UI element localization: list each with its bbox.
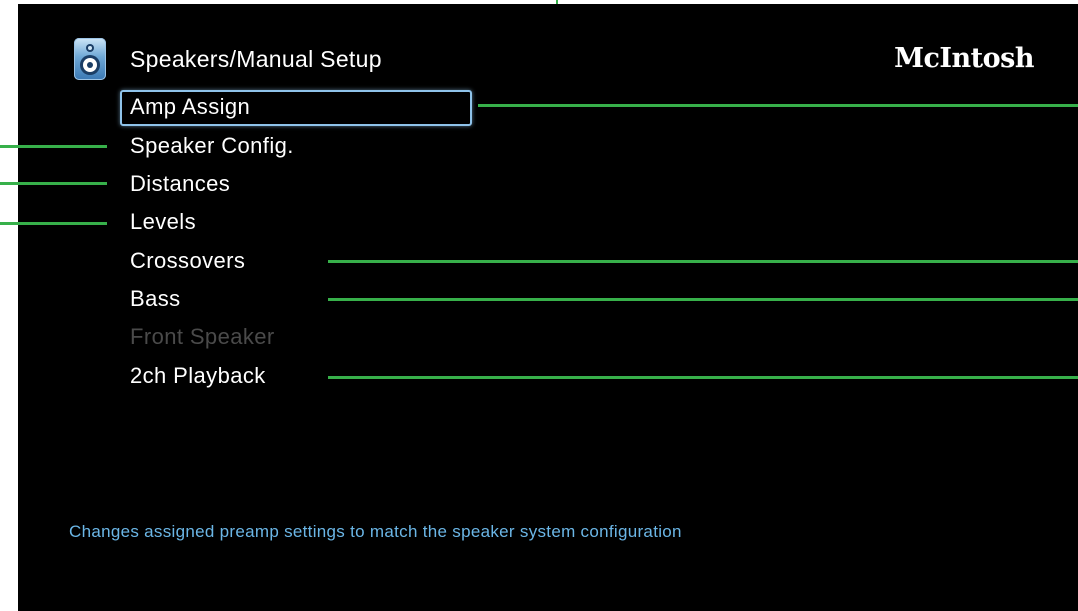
callout-line-2ch-playback [328, 376, 1078, 379]
menu-item-front-speaker: Front Speaker [130, 324, 275, 349]
menu-item-amp-assign[interactable]: Amp Assign [130, 92, 250, 122]
speaker-icon [74, 38, 106, 80]
callout-line-amp-assign [478, 104, 1078, 107]
help-text: Changes assigned preamp settings to matc… [69, 522, 682, 541]
menu-item-distances[interactable]: Distances [130, 169, 230, 199]
callout-line-speaker-config [0, 145, 107, 148]
callout-line-levels [0, 222, 107, 225]
brand-logo: McIntosh [894, 43, 1034, 74]
page: Speakers/Manual Setup McIntosh Amp Assig… [0, 0, 1078, 611]
callout-line-crossovers [328, 260, 1078, 263]
menu-item-speaker-config[interactable]: Speaker Config. [130, 131, 294, 161]
callout-line-bass [328, 298, 1078, 301]
menu-item-levels[interactable]: Levels [130, 207, 196, 237]
callout-line-distances [0, 182, 107, 185]
page-title: Speakers/Manual Setup [130, 46, 382, 72]
menu-item-bass[interactable]: Bass [130, 284, 181, 314]
menu-item-2ch-playback[interactable]: 2ch Playback [130, 361, 266, 391]
menu-item-crossovers[interactable]: Crossovers [130, 246, 245, 276]
